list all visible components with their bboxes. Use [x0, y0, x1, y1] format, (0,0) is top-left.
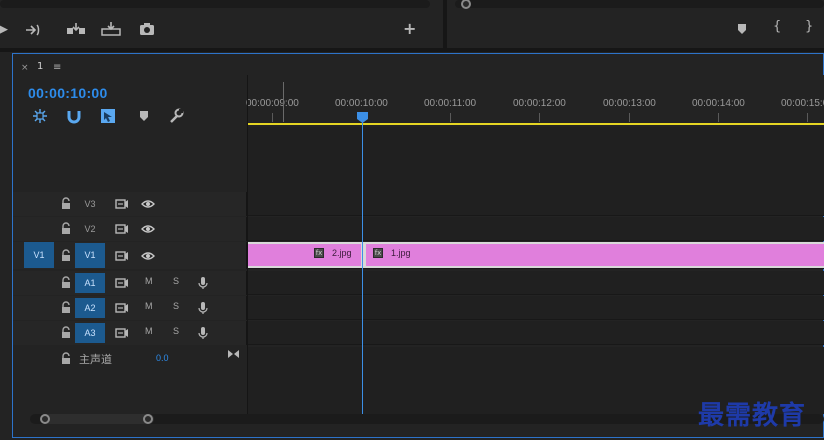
linked-selection-icon[interactable] [100, 108, 116, 124]
panel-border [0, 48, 824, 52]
track-header: V3 [13, 192, 247, 216]
playhead-handle[interactable] [357, 112, 368, 123]
lock-icon[interactable] [61, 197, 71, 210]
track-header: V2 [13, 217, 247, 241]
track-target-a1[interactable]: A1 [75, 273, 105, 293]
play-icon[interactable]: ▶ [0, 23, 8, 37]
snap-icon[interactable] [66, 108, 82, 124]
ruler-tick [807, 113, 808, 122]
playhead-line [362, 122, 363, 414]
go-to-next-edit-icon[interactable] [227, 349, 240, 359]
track-header: A3 M S [13, 321, 247, 345]
ruler-tick [718, 113, 719, 122]
sync-lock-icon[interactable] [115, 327, 129, 339]
ruler-label: 00:00:12:00 [513, 98, 566, 109]
track-target-a2[interactable]: A2 [75, 298, 105, 318]
ruler-label: 00:00:10:00 [335, 98, 388, 109]
clip-1-jpg[interactable]: fx 1.jpg [366, 244, 824, 266]
lock-icon[interactable] [61, 276, 71, 289]
transport-bar: ▶ + { } [0, 0, 824, 48]
lock-icon[interactable] [61, 326, 71, 339]
nest-sequence-icon[interactable] [32, 108, 48, 124]
watermark-logo: 最需教育 [698, 401, 807, 431]
insert-icon[interactable] [66, 22, 86, 36]
ruler-tick [629, 113, 630, 122]
track-target-v1[interactable]: V1 [75, 243, 105, 268]
solo-button[interactable]: S [173, 301, 179, 311]
fx-badge-icon: fx [373, 248, 383, 258]
source-scrollbar[interactable] [0, 0, 430, 8]
overwrite-icon[interactable] [101, 22, 121, 36]
microphone-icon[interactable] [198, 301, 208, 315]
mute-button[interactable]: M [145, 301, 153, 311]
master-volume-value[interactable]: 0.0 [156, 353, 169, 363]
ruler-label: 00:00:13:00 [603, 98, 656, 109]
clip-label: 1.jpg [391, 248, 411, 258]
timeline-scroll-thumb[interactable] [40, 414, 154, 424]
add-marker-icon[interactable] [736, 23, 748, 35]
ruler-tick [450, 113, 451, 122]
sequence-tab[interactable]: 1 [37, 61, 43, 72]
clip-2-jpg[interactable]: fx 2.jpg [248, 244, 361, 266]
playhead-timecode[interactable]: 00:00:10:00 [28, 85, 108, 101]
lock-icon[interactable] [61, 222, 71, 235]
track-a1: A1 M S [13, 271, 824, 295]
work-area-bar[interactable] [248, 123, 824, 125]
ruler-tick [539, 113, 540, 122]
close-tab-icon[interactable]: × [21, 63, 29, 73]
add-button-icon[interactable]: + [403, 21, 416, 37]
mark-out-icon[interactable]: } [805, 20, 813, 34]
lock-icon[interactable] [61, 301, 71, 314]
tab-menu-icon[interactable]: ≡ [53, 62, 61, 73]
eye-icon[interactable] [141, 199, 155, 209]
sync-lock-icon[interactable] [115, 250, 129, 262]
ruler-label: 00:00:09:00 [246, 98, 299, 109]
track-header: A1 M S [13, 271, 247, 295]
track-v2: V2 [13, 217, 824, 241]
sync-lock-icon[interactable] [115, 198, 129, 210]
add-marker-icon[interactable] [136, 108, 152, 124]
track-empty-area [248, 127, 824, 192]
track-header: A2 M S [13, 296, 247, 320]
mute-button[interactable]: M [145, 326, 153, 336]
fx-badge-icon: fx [314, 248, 324, 258]
master-track-header [13, 347, 247, 371]
sync-lock-icon[interactable] [115, 302, 129, 314]
scroll-zoom-right-handle[interactable] [143, 414, 153, 424]
track-a3: A3 M S [13, 321, 824, 345]
clip-label: 2.jpg [332, 248, 352, 258]
go-to-out-icon[interactable] [25, 23, 41, 37]
ruler-label: 00:00:11:00 [424, 98, 477, 109]
sync-lock-icon[interactable] [115, 223, 129, 235]
eye-icon[interactable] [141, 224, 155, 234]
timeline-settings-wrench-icon[interactable] [168, 108, 184, 124]
track-header: V1 V1 [13, 242, 247, 269]
solo-button[interactable]: S [173, 276, 179, 286]
scroll-zoom-left-handle[interactable] [40, 414, 50, 424]
track-target-v2[interactable]: V2 [75, 219, 105, 239]
sync-lock-icon[interactable] [115, 277, 129, 289]
track-target-v3[interactable]: V3 [75, 194, 105, 214]
lock-icon[interactable] [61, 249, 71, 262]
mark-in-icon[interactable]: { [773, 20, 781, 34]
ruler-label: 00:00:14:00 [692, 98, 745, 109]
panel-divider [443, 0, 447, 48]
mute-button[interactable]: M [145, 276, 153, 286]
track-target-a3[interactable]: A3 [75, 323, 105, 343]
solo-button[interactable]: S [173, 326, 179, 336]
track-v3: V3 [13, 192, 824, 216]
column-divider [247, 75, 248, 415]
track-a2: A2 M S [13, 296, 824, 320]
program-scrollbar[interactable] [455, 0, 824, 8]
microphone-icon[interactable] [198, 326, 208, 340]
ruler-label: 00:00:15:00 [781, 98, 824, 109]
source-patch-v1[interactable]: V1 [24, 242, 54, 268]
export-frame-icon[interactable] [139, 22, 155, 36]
ruler-tick [283, 82, 284, 122]
ruler-tick [272, 113, 273, 122]
microphone-icon[interactable] [198, 276, 208, 290]
eye-icon[interactable] [141, 251, 155, 261]
lock-icon[interactable] [61, 352, 71, 365]
master-track-label: 主声道 [79, 353, 112, 366]
